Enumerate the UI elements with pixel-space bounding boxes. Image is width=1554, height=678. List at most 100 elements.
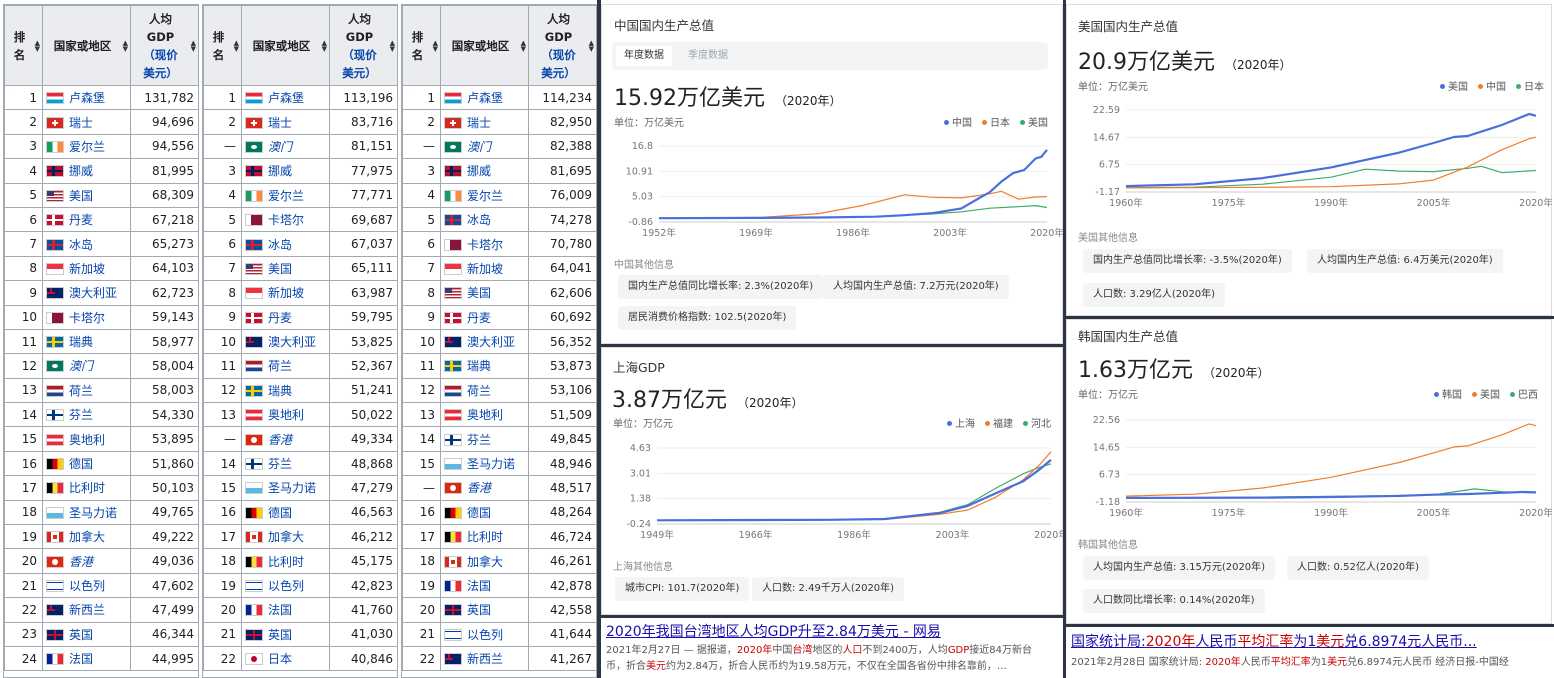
country-name[interactable]: 新西兰 (69, 603, 105, 617)
country-name[interactable]: 荷兰 (467, 384, 491, 398)
country-name[interactable]: 圣马力诺 (467, 457, 515, 471)
country-cell[interactable]: 澳门 (440, 133, 529, 160)
country-cell[interactable]: 卢森堡 (42, 84, 131, 111)
country-cell[interactable]: 德国 (440, 499, 529, 526)
country-cell[interactable]: 加拿大 (42, 524, 131, 550)
country-cell[interactable]: 爱尔兰 (440, 182, 529, 208)
country-cell[interactable]: 瑞士 (241, 109, 330, 135)
shanghai-chip-population[interactable]: 人口数: 2.49千万人(2020年) (752, 577, 905, 601)
country-cell[interactable]: 以色列 (241, 572, 330, 599)
country-name[interactable]: 冰岛 (69, 238, 93, 252)
country-name[interactable]: 德国 (467, 506, 491, 520)
header-rank[interactable]: 排名 ▲ ▼ (402, 5, 441, 86)
country-name[interactable]: 奥地利 (268, 408, 304, 422)
country-name[interactable]: 卢森堡 (268, 91, 304, 105)
country-cell[interactable]: 德国 (42, 450, 131, 477)
tab-yearly[interactable]: 年度数据 (616, 46, 672, 66)
header-country[interactable]: 国家或地区 ▲ ▼ (42, 5, 131, 86)
country-name[interactable]: 瑞典 (467, 359, 491, 373)
country-name[interactable]: 芬兰 (268, 457, 292, 471)
country-name[interactable]: 英国 (268, 628, 292, 642)
country-cell[interactable]: 挪威 (241, 158, 330, 184)
country-name[interactable]: 日本 (268, 652, 292, 666)
country-name[interactable]: 丹麦 (268, 311, 292, 325)
country-name[interactable]: 新加坡 (69, 262, 105, 276)
country-cell[interactable]: 英国 (241, 621, 330, 647)
country-cell[interactable]: 卡塔尔 (440, 231, 529, 257)
header-gdp[interactable]: 人均 GDP （现价 美元） ▲ ▼ (130, 5, 198, 86)
country-cell[interactable]: 圣马力诺 (241, 475, 330, 501)
country-name[interactable]: 爱尔兰 (268, 189, 304, 203)
country-cell[interactable]: 英国 (42, 621, 131, 647)
country-cell[interactable]: 冰岛 (42, 231, 131, 257)
shanghai-chip-cpi[interactable]: 城市CPI: 101.7(2020年) (615, 577, 750, 601)
country-cell[interactable]: 荷兰 (42, 377, 131, 404)
country-cell[interactable]: 比利时 (241, 548, 330, 574)
country-cell[interactable]: 瑞士 (42, 109, 131, 135)
legend-item[interactable]: 美国 (1472, 390, 1500, 401)
country-name[interactable]: 澳大利亚 (69, 286, 117, 300)
country-name[interactable]: 德国 (69, 457, 93, 471)
country-cell[interactable]: 以色列 (42, 572, 131, 599)
legend-item[interactable]: 中国 (944, 118, 972, 129)
country-name[interactable]: 卢森堡 (467, 91, 503, 105)
country-cell[interactable]: 芬兰 (440, 426, 529, 452)
country-cell[interactable]: 美国 (42, 182, 131, 208)
news-link-taiwan-gdp[interactable]: 2020年我国台湾地区人均GDP升至2.84万美元 - 网易 (606, 621, 941, 641)
country-name[interactable]: 澳大利亚 (268, 335, 316, 349)
country-cell[interactable]: 德国 (241, 499, 330, 526)
country-name[interactable]: 瑞士 (467, 116, 491, 130)
country-cell[interactable]: 新加坡 (440, 255, 529, 282)
country-name[interactable]: 丹麦 (69, 213, 93, 227)
country-cell[interactable]: 丹麦 (42, 206, 131, 233)
header-gdp[interactable]: 人均 GDP （现价 美元） ▲ ▼ (329, 5, 397, 86)
country-name[interactable]: 澳大利亚 (467, 335, 515, 349)
country-cell[interactable]: 香港 (440, 475, 529, 501)
country-name[interactable]: 以色列 (69, 579, 105, 593)
legend-item[interactable]: 美国 (1440, 82, 1468, 93)
country-cell[interactable]: 比利时 (440, 524, 529, 550)
country-name[interactable]: 冰岛 (268, 238, 292, 252)
country-cell[interactable]: 法国 (241, 597, 330, 623)
country-name[interactable]: 新加坡 (268, 286, 304, 300)
country-name[interactable]: 法国 (268, 603, 292, 617)
country-name[interactable]: 比利时 (268, 555, 304, 569)
header-rank[interactable]: 排名 ▲ ▼ (203, 5, 242, 86)
country-cell[interactable]: 美国 (440, 280, 529, 306)
country-name[interactable]: 香港 (467, 481, 491, 495)
legend-item[interactable]: 上海 (947, 419, 975, 430)
country-cell[interactable]: 挪威 (42, 158, 131, 184)
country-name[interactable]: 比利时 (467, 530, 503, 544)
country-name[interactable]: 新西兰 (467, 652, 503, 666)
country-name[interactable]: 瑞士 (69, 116, 93, 130)
news-link-exchange-rate[interactable]: 国家统计局:2020年人民币平均汇率为1美元兑6.8974元人民币... (1071, 631, 1477, 651)
country-name[interactable]: 冰岛 (467, 213, 491, 227)
country-name[interactable]: 奥地利 (69, 433, 105, 447)
legend-item[interactable]: 美国 (1020, 118, 1048, 129)
country-name[interactable]: 澳门 (268, 140, 292, 154)
country-cell[interactable]: 丹麦 (440, 304, 529, 330)
country-name[interactable]: 香港 (268, 433, 292, 447)
country-cell[interactable]: 丹麦 (241, 304, 330, 330)
country-name[interactable]: 挪威 (467, 164, 491, 178)
header-rank[interactable]: 排名 ▲ ▼ (4, 5, 43, 86)
korea-chip-pop-growth[interactable]: 人口数同比增长率: 0.14%(2020年) (1083, 589, 1265, 613)
tab-quarterly[interactable]: 季度数据 (680, 46, 736, 66)
legend-item[interactable]: 日本 (1516, 82, 1544, 93)
country-name[interactable]: 芬兰 (69, 408, 93, 422)
country-name[interactable]: 卡塔尔 (268, 213, 304, 227)
country-cell[interactable]: 冰岛 (241, 231, 330, 257)
country-name[interactable]: 德国 (268, 506, 292, 520)
country-cell[interactable]: 奥地利 (42, 426, 131, 452)
country-name[interactable]: 以色列 (268, 579, 304, 593)
country-name[interactable]: 瑞典 (268, 384, 292, 398)
country-cell[interactable]: 美国 (241, 255, 330, 282)
country-cell[interactable]: 新西兰 (440, 645, 529, 672)
country-name[interactable]: 澳门 (69, 359, 93, 373)
country-name[interactable]: 荷兰 (268, 359, 292, 373)
country-cell[interactable]: 新西兰 (42, 597, 131, 623)
country-cell[interactable]: 爱尔兰 (241, 182, 330, 208)
country-cell[interactable]: 奥地利 (241, 402, 330, 428)
country-cell[interactable]: 瑞典 (440, 353, 529, 379)
country-name[interactable]: 圣马力诺 (268, 481, 316, 495)
